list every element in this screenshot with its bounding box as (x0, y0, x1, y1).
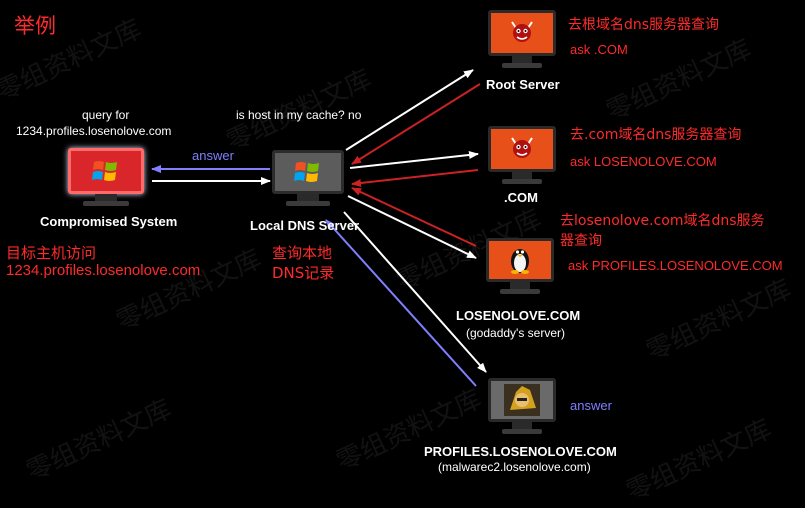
query-label-line1: query for (82, 108, 130, 122)
root-note-line2: ask .COM (570, 42, 628, 57)
compromised-system-monitor (68, 148, 144, 206)
compromised-system-label: Compromised System (40, 214, 178, 229)
query-label-line2: 1234.profiles.losenolove.com (16, 124, 172, 138)
losenolove-server-monitor (486, 238, 554, 294)
arrow-profiles-to-local (325, 219, 477, 387)
arrow-local-to-root (345, 69, 474, 151)
compromised-note-line2: 1234.profiles.losenolove.com (6, 262, 201, 279)
avatar-icon (504, 384, 540, 416)
profiles-server-monitor (488, 378, 556, 434)
page-title: 举例 (14, 14, 56, 38)
com-server-monitor (488, 126, 556, 184)
root-server-monitor (488, 10, 556, 68)
losenolove-note-line3: ask PROFILES.LOSENOLOVE.COM (568, 258, 783, 273)
root-server-label: Root Server (486, 77, 560, 92)
cache-question-label: is host in my cache? no (236, 108, 362, 122)
arrows-layer (151, 69, 487, 387)
profiles-server-label: PROFILES.LOSENOLOVE.COM (424, 444, 617, 459)
arrow-local-to-losenolove (347, 195, 477, 259)
bsd-daemon-icon (511, 137, 533, 158)
answer-label-local: answer (192, 148, 234, 163)
arrow-root-to-local (351, 83, 481, 165)
losenolove-note-line1: 去losenolove.com域名dns服务 (560, 213, 765, 229)
arrow-losenolove-to-local (351, 187, 477, 247)
local-dns-server-label: Local DNS Server (250, 218, 360, 233)
arrow-com-to-local (351, 169, 479, 187)
com-note-line1: 去.com域名dns服务器查询 (570, 127, 742, 143)
root-note-line1: 去根域名dns服务器查询 (568, 17, 720, 33)
profiles-server-sublabel: (malwarec2.losenolove.com) (438, 460, 591, 474)
windows-logo-icon (92, 161, 117, 181)
losenolove-note-line2: 器查询 (560, 233, 602, 249)
losenolove-server-label: LOSENOLOVE.COM (456, 308, 581, 323)
arrow-local-to-com (349, 151, 479, 169)
losenolove-server-sublabel: (godaddy's server) (466, 326, 565, 340)
answer-label-profiles: answer (570, 398, 612, 413)
bsd-daemon-icon (511, 21, 533, 42)
com-server-label: .COM (504, 190, 538, 205)
linux-penguin-icon (511, 249, 529, 274)
arrow-local-to-profiles (343, 211, 487, 373)
local-dns-note-line1: 查询本地 (272, 244, 333, 262)
com-note-line2: ask LOSENOLOVE.COM (570, 154, 717, 169)
compromised-note-line1: 目标主机访问 (6, 244, 97, 262)
local-dns-note-line2: DNS记录 (272, 264, 335, 282)
local-dns-server-monitor (272, 150, 344, 206)
windows-logo-icon (294, 162, 319, 182)
